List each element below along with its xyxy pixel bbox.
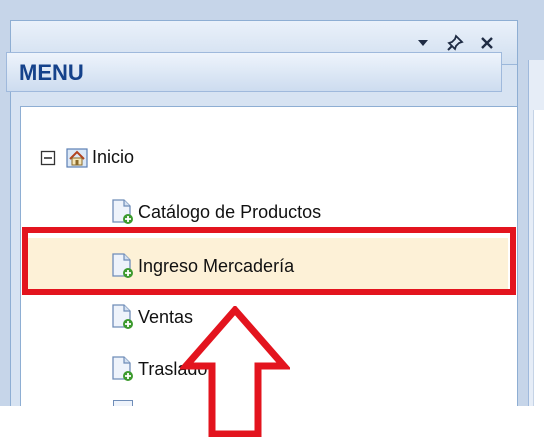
tree-node-inicio[interactable]: Inicio: [40, 147, 134, 168]
home-icon: [66, 147, 88, 168]
pin-icon[interactable]: [445, 33, 465, 53]
document-add-icon: [110, 199, 134, 225]
annotation-up-arrow-icon: [180, 306, 290, 437]
collapse-toggle-icon[interactable]: [40, 150, 56, 166]
menu-title: MENU: [19, 60, 84, 85]
tree-node-catalogo[interactable]: Catálogo de Productos: [110, 199, 321, 225]
dropdown-arrow-icon[interactable]: [413, 33, 433, 53]
document-add-icon: [110, 356, 134, 382]
close-icon[interactable]: [477, 33, 497, 53]
annotation-highlight-box: [22, 227, 516, 295]
document-add-icon: [110, 304, 134, 330]
tree-node-label: Inicio: [92, 147, 135, 167]
menu-header-bar: MENU: [6, 52, 502, 92]
right-panel-content-edge: [533, 110, 544, 406]
tree-node-label: Catálogo de Productos: [138, 201, 322, 222]
